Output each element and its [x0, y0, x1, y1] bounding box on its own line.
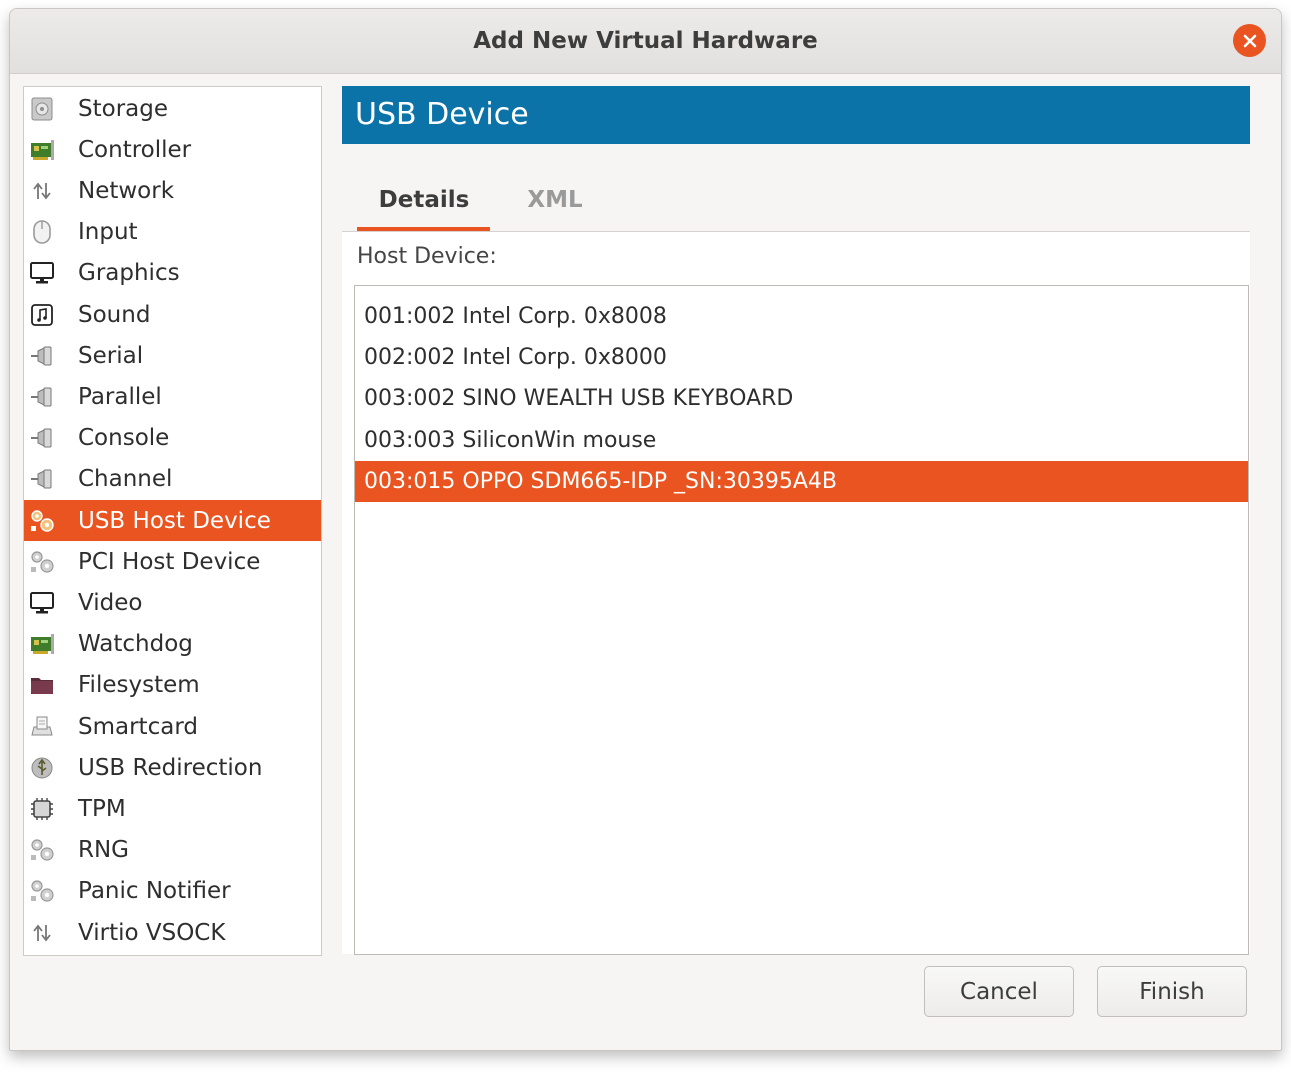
sidebar-item-label: Parallel — [78, 383, 162, 410]
network-icon — [28, 177, 56, 205]
usb-host-device-icon — [28, 507, 56, 535]
sidebar-item-label: TPM — [78, 795, 126, 822]
sidebar-item-label: PCI Host Device — [78, 548, 261, 575]
sidebar-item-smartcard[interactable]: Smartcard — [24, 706, 321, 747]
sidebar-item-pci-host-device[interactable]: PCI Host Device — [24, 541, 321, 582]
video-icon — [28, 589, 56, 617]
sidebar-item-label: Network — [78, 177, 175, 204]
sidebar-item-input[interactable]: Input — [24, 212, 321, 253]
panic-notifier-icon — [28, 877, 56, 905]
sidebar-item-storage[interactable]: Storage — [24, 88, 321, 129]
sidebar-item-rng[interactable]: RNG — [24, 830, 321, 871]
input-icon — [28, 218, 56, 246]
host-device-row[interactable]: 003:002 SINO WEALTH USB KEYBOARD — [355, 378, 1248, 419]
sidebar-item-label: RNG — [78, 837, 130, 864]
sidebar-item-label: USB Redirection — [78, 754, 263, 781]
sidebar-item-watchdog[interactable]: Watchdog — [24, 624, 321, 665]
rng-icon — [28, 836, 56, 864]
graphics-icon — [28, 259, 56, 287]
controller-icon — [28, 136, 56, 164]
sidebar-item-video[interactable]: Video — [24, 582, 321, 623]
sidebar-item-label: Virtio VSOCK — [78, 919, 226, 946]
sidebar-item-panic-notifier[interactable]: Panic Notifier — [24, 871, 321, 912]
console-icon — [28, 424, 56, 452]
sidebar-item-label: Graphics — [78, 260, 180, 287]
usb-redirection-icon — [28, 754, 56, 782]
sidebar-item-label: Watchdog — [78, 631, 193, 658]
sidebar-item-sound[interactable]: Sound — [24, 294, 321, 335]
sidebar-item-label: USB Host Device — [78, 507, 271, 534]
sidebar-item-label: Smartcard — [78, 713, 198, 740]
tab-details[interactable]: Details — [357, 172, 491, 228]
tab-xml[interactable]: XML — [510, 172, 600, 228]
host-device-list[interactable]: 001:002 Intel Corp. 0x8008 002:002 Intel … — [354, 285, 1249, 955]
tpm-icon — [28, 795, 56, 823]
dialog-title: Add New Virtual Hardware — [473, 28, 818, 54]
parallel-icon — [28, 383, 56, 411]
sidebar-item-label: Serial — [78, 342, 144, 369]
sidebar-item-label: Filesystem — [78, 672, 200, 699]
watchdog-icon — [28, 630, 56, 658]
filesystem-icon — [28, 671, 56, 699]
sidebar-item-channel[interactable]: Channel — [24, 459, 321, 500]
virtio-vsock-icon — [28, 919, 56, 947]
sidebar-item-label: Console — [78, 425, 170, 452]
sidebar-item-controller[interactable]: Controller — [24, 129, 321, 170]
host-device-row[interactable]: 002:002 Intel Corp. 0x8000 — [355, 337, 1248, 378]
title-bar: Add New Virtual Hardware — [10, 9, 1281, 74]
close-button[interactable] — [1233, 24, 1266, 57]
sidebar-item-label: Controller — [78, 136, 192, 163]
hardware-type-list: Storage Controller Network Input Graphics Sou… — [23, 86, 322, 956]
section-header: USB Device — [342, 86, 1250, 144]
sidebar-item-label: Sound — [78, 301, 151, 328]
channel-icon — [28, 465, 56, 493]
sidebar-item-console[interactable]: Console — [24, 418, 321, 459]
close-icon — [1243, 34, 1256, 47]
pci-host-device-icon — [28, 548, 56, 576]
sidebar-item-label: Input — [78, 219, 138, 246]
smartcard-icon — [28, 713, 56, 741]
sidebar-item-virtio-vsock[interactable]: Virtio VSOCK — [24, 912, 321, 953]
host-device-row[interactable]: 003:003 SiliconWin mouse — [355, 420, 1248, 461]
sidebar-item-network[interactable]: Network — [24, 170, 321, 211]
serial-icon — [28, 342, 56, 370]
finish-button[interactable]: Finish — [1097, 966, 1247, 1017]
sidebar-item-parallel[interactable]: Parallel — [24, 376, 321, 417]
sidebar-item-label: Channel — [78, 466, 173, 493]
sound-icon — [28, 301, 56, 329]
sidebar-item-filesystem[interactable]: Filesystem — [24, 665, 321, 706]
cancel-button[interactable]: Cancel — [924, 966, 1074, 1017]
sidebar-item-tpm[interactable]: TPM — [24, 788, 321, 829]
host-device-row[interactable]: 001:002 Intel Corp. 0x8008 — [355, 296, 1248, 337]
sidebar-item-serial[interactable]: Serial — [24, 335, 321, 376]
sidebar-item-label: Video — [78, 589, 143, 616]
sidebar-item-label: Storage — [78, 95, 168, 122]
host-device-label: Host Device: — [357, 244, 497, 269]
host-device-row[interactable]: 003:015 OPPO SDM665-IDP _SN:30395A4B — [355, 460, 1248, 502]
sidebar-item-graphics[interactable]: Graphics — [24, 253, 321, 294]
storage-icon — [28, 95, 56, 123]
sidebar-item-usb-host-device[interactable]: USB Host Device — [24, 500, 321, 541]
sidebar-item-label: Panic Notifier — [78, 878, 231, 905]
sidebar-item-usb-redirection[interactable]: USB Redirection — [24, 747, 321, 788]
section-title: USB Device — [355, 97, 529, 132]
